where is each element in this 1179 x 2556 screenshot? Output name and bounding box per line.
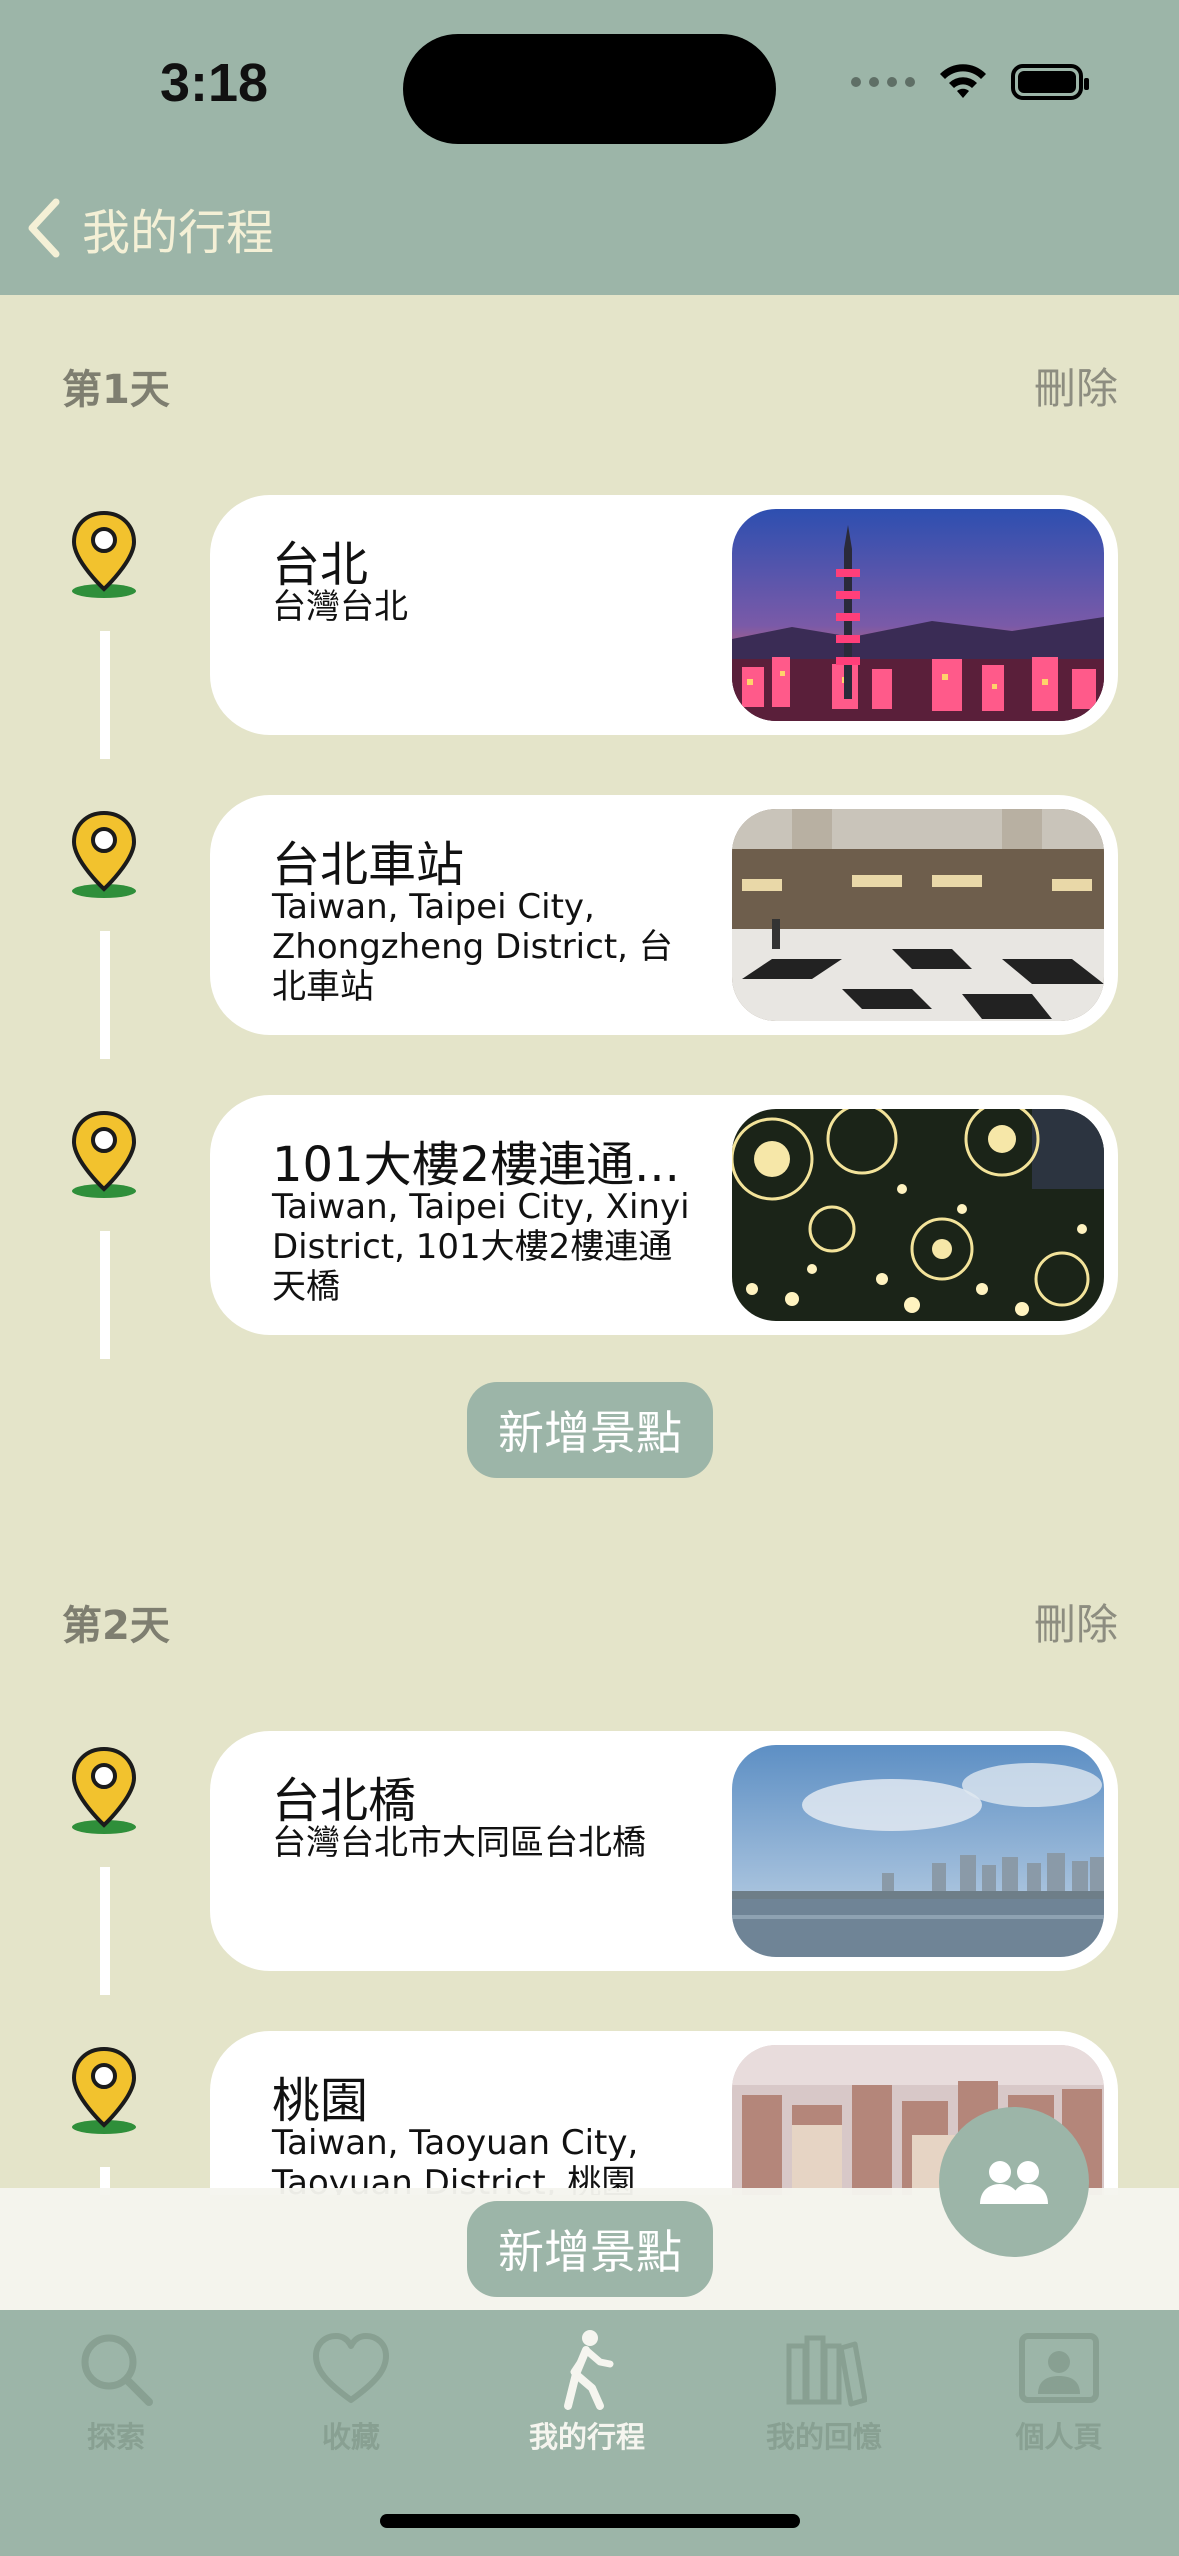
tab-my-itinerary[interactable]: 我的行程 (477, 2326, 697, 2456)
tab-favorites[interactable]: 收藏 (241, 2326, 461, 2456)
spot-address: Taiwan, Taipei City, Zhongzheng District… (272, 887, 673, 1007)
location-pin-icon (68, 1109, 140, 1201)
tab-label: 個人頁 (1015, 2420, 1103, 2454)
battery-icon (1011, 64, 1089, 100)
tab-label: 探索 (86, 2420, 145, 2454)
books-icon (786, 2335, 867, 2407)
chevron-left-icon (28, 198, 60, 258)
people-icon (980, 2161, 1048, 2204)
navigation-bar: 我的行程 (0, 165, 1179, 295)
search-icon (81, 2334, 153, 2406)
add-spot-button-sticky[interactable]: 新增景點 (467, 2201, 713, 2297)
wifi-icon (940, 64, 986, 98)
spot-name: 桃園 (272, 2073, 369, 2129)
location-pin-icon (68, 1745, 140, 1837)
spot-photo-taipei-main-station (732, 809, 1104, 1021)
add-spot-button[interactable]: 新增景點 (467, 1382, 713, 1478)
cellular-signal-icon (851, 77, 915, 87)
spot-name: 101大樓2樓連通... (272, 1137, 680, 1193)
heart-icon (313, 2333, 389, 2403)
location-pin-icon (68, 509, 140, 601)
day-title: 第2天 (62, 1602, 170, 1649)
home-indicator (380, 2514, 800, 2528)
location-pin-icon (68, 2045, 140, 2137)
tab-label: 我的行程 (528, 2420, 645, 2454)
timeline-line (100, 1231, 110, 1359)
group-fab-button[interactable] (939, 2107, 1089, 2257)
day-header: 第2天 刪除 (62, 1591, 1118, 1652)
spot-card[interactable]: 101大樓2樓連通... Taiwan, Taipei City, Xinyi … (210, 1095, 1118, 1335)
spot-photo-taipei-bridge (732, 1745, 1104, 1957)
spot-name: 台北 (272, 537, 369, 593)
status-bar: 3:18 (0, 0, 1179, 165)
delete-day-button[interactable]: 刪除 (1034, 355, 1118, 416)
tab-memories[interactable]: 我的回憶 (714, 2326, 934, 2456)
spot-name: 台北車站 (272, 837, 465, 893)
spot-address: Taiwan, Taoyuan City, Taoyuan District, … (272, 2123, 639, 2195)
spot-address: 台灣台北市大同區台北橋 (272, 1823, 646, 1863)
tab-profile[interactable]: 個人頁 (949, 2326, 1169, 2456)
timeline-line (100, 1867, 110, 1995)
day-title: 第1天 (62, 366, 170, 413)
back-label: 我的行程 (82, 205, 275, 261)
back-button[interactable]: 我的行程 (24, 193, 274, 263)
spot-card[interactable]: 台北車站 Taiwan, Taipei City, Zhongzheng Dis… (210, 795, 1118, 1035)
status-time: 3:18 (160, 53, 269, 113)
spot-photo-taipei (732, 509, 1104, 721)
status-icons (851, 62, 1089, 102)
tab-explore[interactable]: 探索 (6, 2326, 226, 2456)
delete-day-button[interactable]: 刪除 (1034, 1591, 1118, 1652)
walking-icon (564, 2330, 614, 2410)
spot-address: Taiwan, Taipei City, Xinyi District, 101… (272, 1187, 690, 1307)
tab-label: 收藏 (321, 2420, 380, 2454)
timeline-line (100, 631, 110, 759)
spot-name: 台北橋 (272, 1773, 417, 1829)
tab-label: 我的回憶 (765, 2420, 882, 2454)
spot-address: 台灣台北 (272, 587, 408, 627)
dynamic-island (403, 34, 776, 144)
spot-card[interactable]: 台北 台灣台北 (210, 495, 1118, 735)
spot-card[interactable]: 台北橋 台灣台北市大同區台北橋 (210, 1731, 1118, 1971)
day-header: 第1天 刪除 (62, 355, 1118, 416)
itinerary-list[interactable]: 第1天 刪除 台北 台灣台北 台北車站 Taiwan, Taipei City,… (0, 295, 1179, 2195)
location-pin-icon (68, 809, 140, 901)
spot-photo-101-skybridge (732, 1109, 1104, 1321)
timeline-line (100, 931, 110, 1059)
profile-icon (1019, 2333, 1099, 2403)
